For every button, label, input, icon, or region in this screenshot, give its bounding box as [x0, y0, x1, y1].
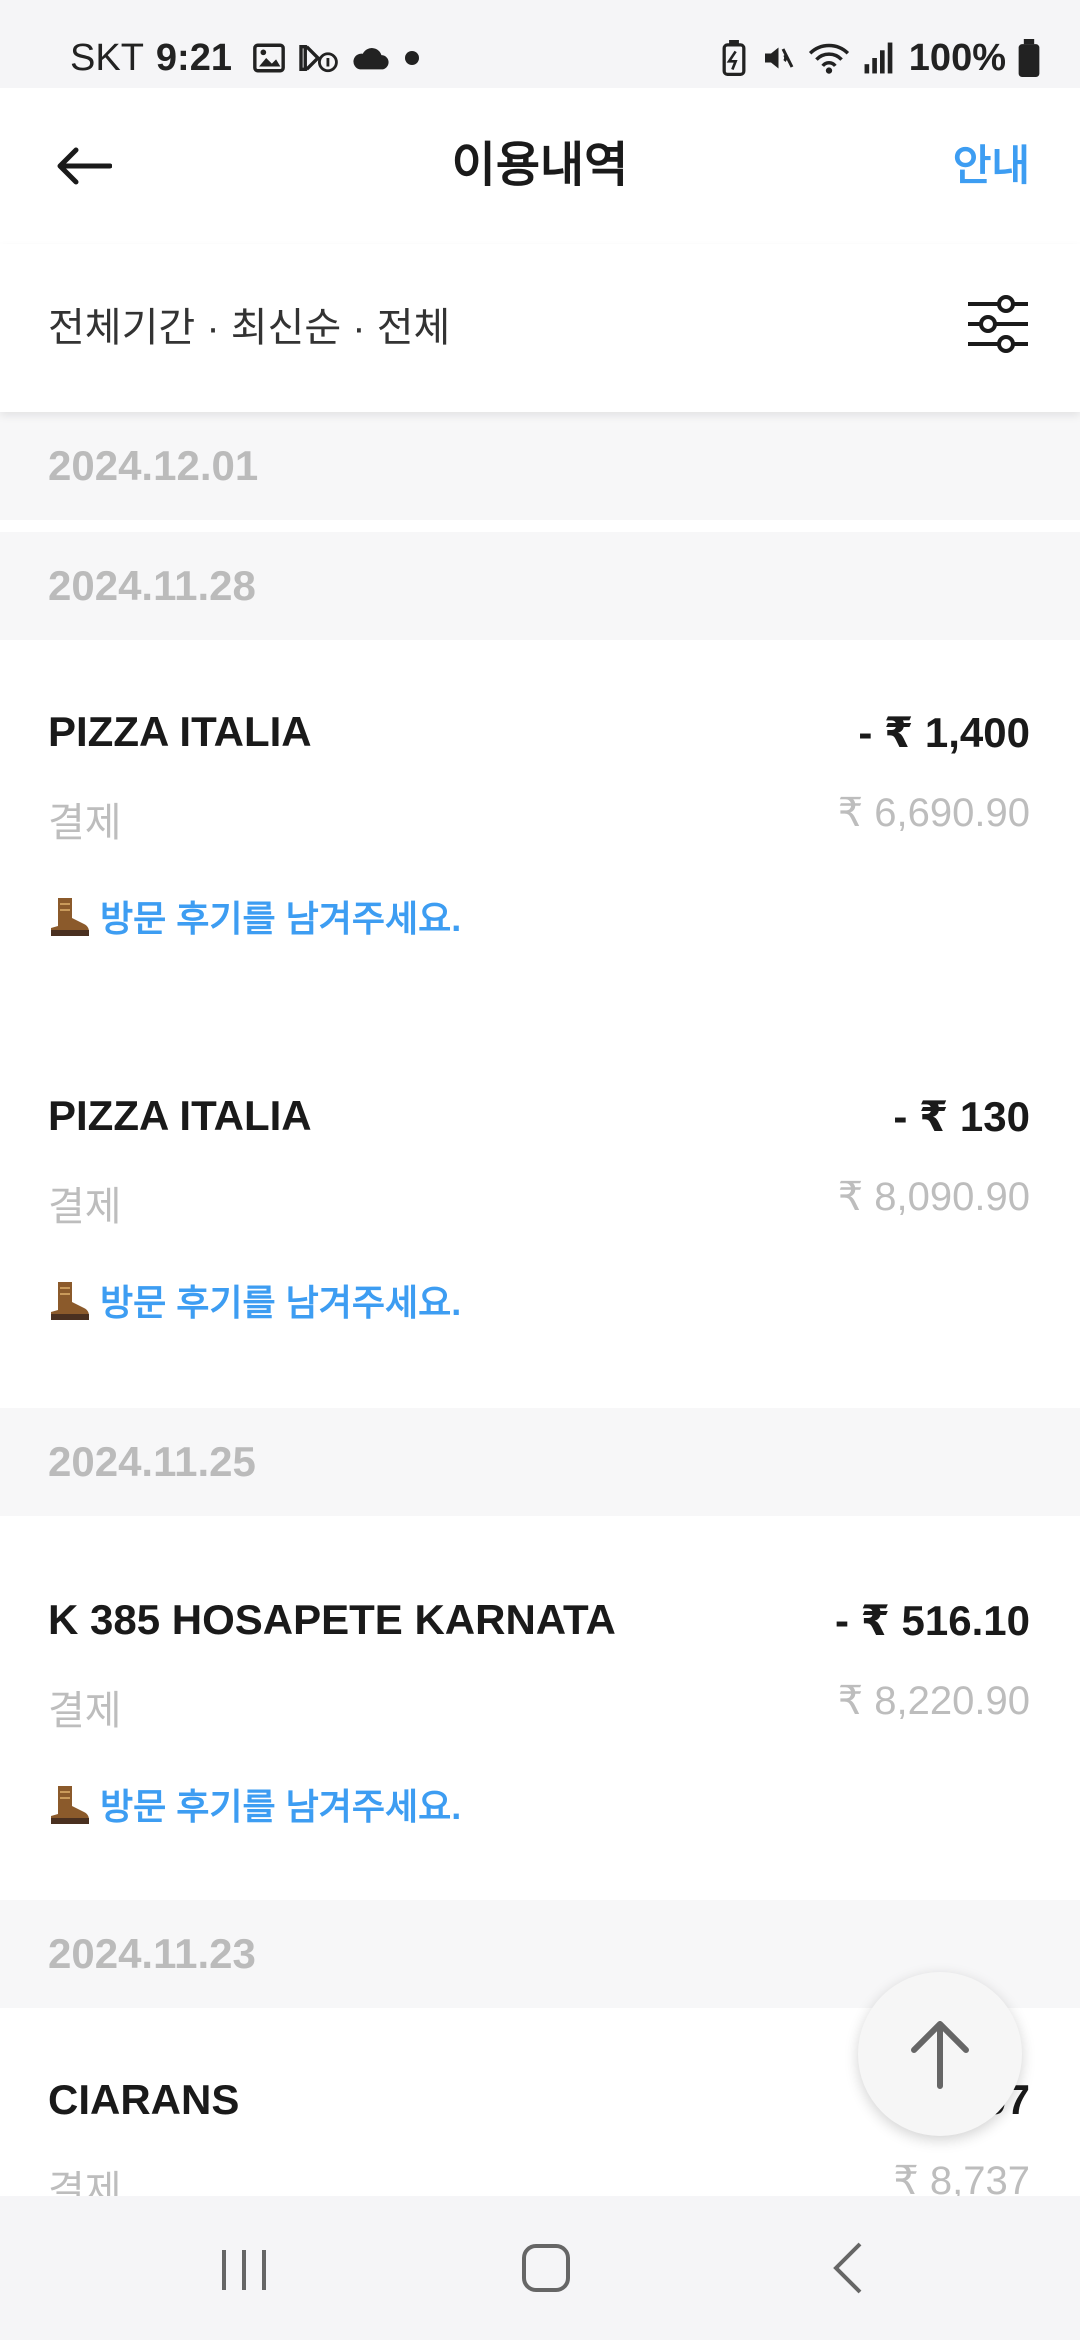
date-header: 2024.12.01: [0, 412, 1080, 520]
transaction-type: 결제: [48, 1689, 122, 1733]
transaction-item[interactable]: K 385 HOSAPETE KARNATA - ₹ 516.10 결제 ₹ 8…: [0, 1516, 1080, 1900]
arrow-up-icon: [911, 2021, 969, 2089]
battery-icon: [1018, 39, 1040, 77]
page-title: 이용내역: [451, 139, 629, 192]
app-header: 이용내역 안내: [0, 88, 1080, 244]
signal-icon: [864, 42, 893, 74]
merchant-name: CIARANS: [48, 2076, 240, 2123]
balance-after: ₹ 8,090.90: [837, 1175, 1030, 1219]
review-prompt-label: 방문 후기를 남겨주세요.: [100, 1282, 462, 1323]
review-prompt-label: 방문 후기를 남겨주세요.: [100, 1786, 462, 1827]
battery-percent: 100%: [908, 36, 1006, 79]
date-label: 2024.11.25: [48, 1438, 256, 1485]
system-nav-bar: [0, 2196, 1080, 2340]
transaction-type: 결제: [48, 1185, 122, 1229]
date-label: 2024.11.23: [48, 1930, 256, 1977]
filter-bar: 전체기간 · 최신순 · 전체: [0, 244, 1080, 412]
transaction-amount: - ₹ 516.10: [834, 1597, 1030, 1644]
merchant-name: PIZZA ITALIA: [48, 708, 312, 755]
review-prompt-link[interactable]: 방문 후기를 남겨주세요.: [48, 1778, 461, 1830]
review-prompt-label: 방문 후기를 남겨주세요.: [100, 898, 462, 939]
date-label: 2024.12.01: [48, 442, 259, 489]
balance-after: ₹ 8,220.90: [837, 1679, 1030, 1723]
clock: 9:21: [155, 36, 232, 79]
date-label: 2024.11.28: [48, 562, 256, 609]
recents-icon: [222, 2250, 266, 2290]
battery-saver-icon: [722, 40, 746, 76]
date-header: 2024.11.25: [0, 1408, 1080, 1516]
filter-summary[interactable]: 전체기간 · 최신순 · 전체: [48, 298, 450, 358]
transaction-amount: - ₹ 130: [893, 1093, 1030, 1140]
cloud-icon: [353, 48, 389, 70]
boot-icon: [51, 1786, 89, 1824]
carrier-label: SKT: [70, 36, 144, 79]
review-prompt-link[interactable]: 방문 후기를 남겨주세요.: [48, 1274, 461, 1326]
date-header: 2024.11.28: [0, 532, 1080, 640]
home-icon: [522, 2244, 570, 2292]
recent-apps-button[interactable]: [204, 2236, 284, 2300]
mute-icon: [764, 47, 794, 69]
back-nav-button[interactable]: [808, 2236, 888, 2300]
image-icon: [253, 43, 285, 73]
transaction-list: 2024.12.01 2024.11.28 PIZZA ITALIA - ₹ 1…: [0, 412, 1080, 2213]
transaction-type: 결제: [48, 801, 122, 845]
chevron-left-icon: [833, 2242, 862, 2294]
sliders-icon: [968, 295, 1028, 353]
silent-notification-icon: [299, 44, 338, 73]
dot-icon: [404, 51, 419, 65]
merchant-name: PIZZA ITALIA: [48, 1092, 312, 1139]
balance-after: ₹ 6,690.90: [837, 791, 1030, 835]
boot-icon: [51, 1282, 89, 1320]
info-button[interactable]: 안내: [953, 130, 1030, 202]
transaction-amount: - ₹ 1,400: [858, 709, 1030, 756]
home-button[interactable]: [506, 2236, 586, 2300]
transaction-item[interactable]: PIZZA ITALIA - ₹ 1,400 결제 ₹ 6,690.90 방문 …: [0, 640, 1080, 1024]
filter-settings-button[interactable]: [962, 288, 1034, 360]
boot-icon: [51, 898, 89, 936]
review-prompt-link[interactable]: 방문 후기를 남겨주세요.: [48, 890, 461, 942]
scroll-to-top-button[interactable]: [858, 1972, 1022, 2136]
transaction-item[interactable]: PIZZA ITALIA - ₹ 130 결제 ₹ 8,090.90 방문 후기…: [0, 1024, 1080, 1408]
merchant-name: K 385 HOSAPETE KARNATA: [48, 1596, 616, 1643]
status-bar: SKT 9:21 100%: [0, 0, 1080, 88]
wifi-icon: [808, 43, 849, 74]
